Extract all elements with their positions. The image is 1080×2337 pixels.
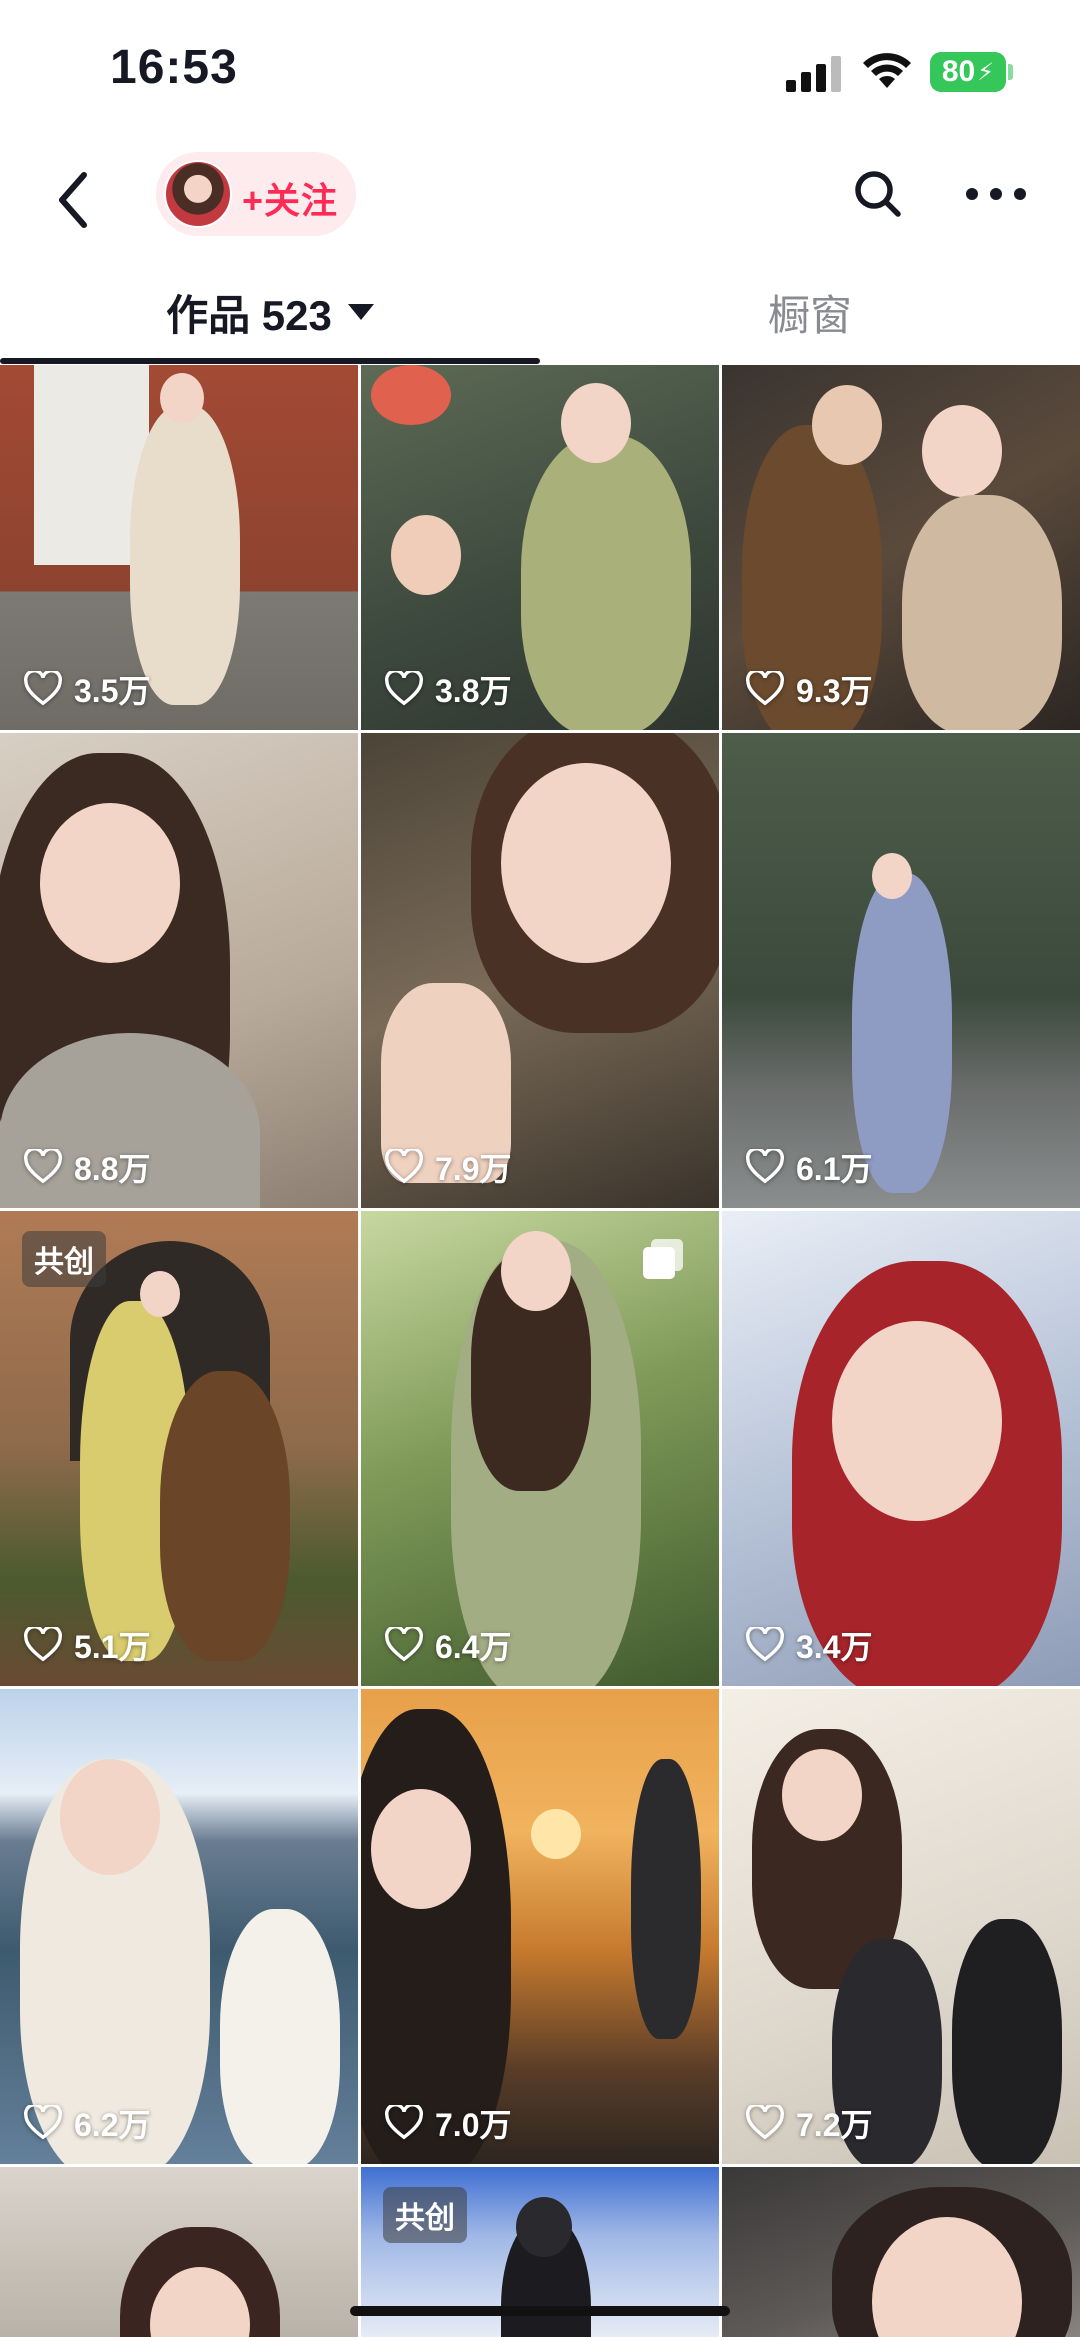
- video-tile[interactable]: 7.2万: [722, 1689, 1080, 2164]
- heart-icon: [385, 1149, 423, 1184]
- like-count: 3.5万: [24, 666, 151, 712]
- like-count-text: 6.1万: [796, 1151, 873, 1187]
- like-count-text: 5.1万: [74, 1629, 151, 1665]
- like-count: 6.1万: [746, 1144, 873, 1190]
- home-indicator[interactable]: [350, 2306, 730, 2316]
- like-count-text: 8.8万: [74, 1151, 151, 1187]
- video-tile[interactable]: 3.4万: [722, 1211, 1080, 1686]
- like-count-text: 7.2万: [796, 2107, 873, 2143]
- video-tile[interactable]: 8.8万: [0, 733, 358, 1208]
- like-count-text: 3.5万: [74, 673, 151, 709]
- wifi-icon: [863, 53, 911, 88]
- back-arrow-icon[interactable]: [50, 165, 100, 235]
- heart-icon: [385, 671, 423, 706]
- co-creation-badge: 共创: [22, 1231, 106, 1287]
- thumbnail-face: [371, 1789, 471, 1909]
- thumbnail-face: [812, 385, 882, 465]
- thumbnail-figure: [361, 1709, 511, 2164]
- video-tile[interactable]: 7.9万: [361, 733, 719, 1208]
- tab-showcase-label: 橱窗: [767, 291, 852, 339]
- nav-bar: +关注: [0, 140, 1080, 260]
- dropdown-caret-icon: [347, 304, 374, 320]
- heart-icon: [385, 1627, 423, 1662]
- avatar[interactable]: [164, 160, 232, 228]
- battery-level: 80: [941, 55, 976, 88]
- multi-image-icon: [643, 1239, 683, 1279]
- like-count: 3.8万: [385, 666, 512, 712]
- thumbnail-face: [160, 373, 204, 423]
- like-count-text: 3.8万: [435, 673, 512, 709]
- video-tile[interactable]: 9.3万: [722, 365, 1080, 730]
- like-count: 8.8万: [24, 1144, 151, 1190]
- thumbnail-figure: [902, 495, 1062, 730]
- active-tab-indicator: [0, 358, 540, 364]
- like-count-text: 6.2万: [74, 2107, 151, 2143]
- video-tile[interactable]: [0, 2167, 358, 2337]
- thumbnail-face: [561, 383, 631, 463]
- like-count: 6.2万: [24, 2100, 151, 2146]
- heart-icon: [24, 1627, 62, 1662]
- like-count: 7.0万: [385, 2100, 512, 2146]
- thumbnail-figure: [952, 1919, 1062, 2164]
- like-count-text: 7.0万: [435, 2107, 512, 2143]
- like-count: 5.1万: [24, 1622, 151, 1668]
- status-bar: 16:53 80 ⚡: [0, 0, 1080, 140]
- thumbnail-figure: [521, 435, 691, 730]
- thumbnail-face: [782, 1749, 862, 1841]
- like-count-text: 3.4万: [796, 1629, 873, 1665]
- thumbnail-figure: [130, 405, 240, 705]
- thumbnail-figure: [220, 1909, 340, 2164]
- thumbnail-face: [832, 1321, 1002, 1521]
- thumbnail-face: [140, 1271, 180, 1317]
- thumbnail-figure: [160, 1371, 290, 1661]
- thumbnail-face: [391, 515, 461, 595]
- thumbnail-face: [40, 803, 180, 963]
- heart-icon: [746, 671, 784, 706]
- like-count-text: 9.3万: [796, 673, 873, 709]
- video-tile[interactable]: 6.4万: [361, 1211, 719, 1686]
- like-count-text: 7.9万: [435, 1151, 512, 1187]
- video-tile[interactable]: 7.0万: [361, 1689, 719, 2164]
- search-icon[interactable]: [850, 166, 906, 222]
- tab-works-label: 作品 523: [166, 291, 332, 339]
- video-tile[interactable]: 6.1万: [722, 733, 1080, 1208]
- tab-showcase[interactable]: 橱窗: [540, 260, 1080, 364]
- thumbnail-face: [501, 763, 671, 963]
- battery-tip: [1008, 64, 1013, 80]
- tab-works[interactable]: 作品 523: [0, 260, 540, 364]
- thumbnail-face: [516, 2197, 572, 2257]
- heart-icon: [24, 2105, 62, 2140]
- heart-icon: [746, 2105, 784, 2140]
- like-count: 7.9万: [385, 1144, 512, 1190]
- thumbnail-face: [501, 1231, 571, 1311]
- heart-icon: [746, 1149, 784, 1184]
- more-options-icon[interactable]: [964, 176, 1028, 212]
- video-tile[interactable]: [722, 2167, 1080, 2337]
- thumbnail-face: [922, 405, 1002, 497]
- like-count: 3.4万: [746, 1622, 873, 1668]
- heart-icon: [24, 1149, 62, 1184]
- heart-icon: [24, 671, 62, 706]
- video-tile[interactable]: 3.5万: [0, 365, 358, 730]
- thumbnail-face: [60, 1759, 160, 1875]
- charging-icon: ⚡: [977, 58, 995, 86]
- battery-indicator: 80 ⚡: [930, 52, 1006, 92]
- follow-button[interactable]: +关注: [156, 152, 356, 236]
- heart-icon: [385, 2105, 423, 2140]
- follow-label: +关注: [242, 180, 339, 221]
- thumbnail-figure: [631, 1759, 701, 2039]
- status-time: 16:53: [110, 41, 238, 94]
- signal-icon: [786, 56, 841, 92]
- heart-icon: [746, 1627, 784, 1662]
- video-tile[interactable]: 3.8万: [361, 365, 719, 730]
- like-count: 7.2万: [746, 2100, 873, 2146]
- co-creation-badge: 共创: [383, 2187, 467, 2243]
- like-count-text: 6.4万: [435, 1629, 512, 1665]
- like-count: 6.4万: [385, 1622, 512, 1668]
- video-tile[interactable]: 共创 5.1万: [0, 1211, 358, 1686]
- video-tile[interactable]: 6.2万: [0, 1689, 358, 2164]
- thumbnail-face: [872, 853, 912, 899]
- profile-tabs: 作品 523 橱窗: [0, 260, 1080, 364]
- like-count: 9.3万: [746, 666, 873, 712]
